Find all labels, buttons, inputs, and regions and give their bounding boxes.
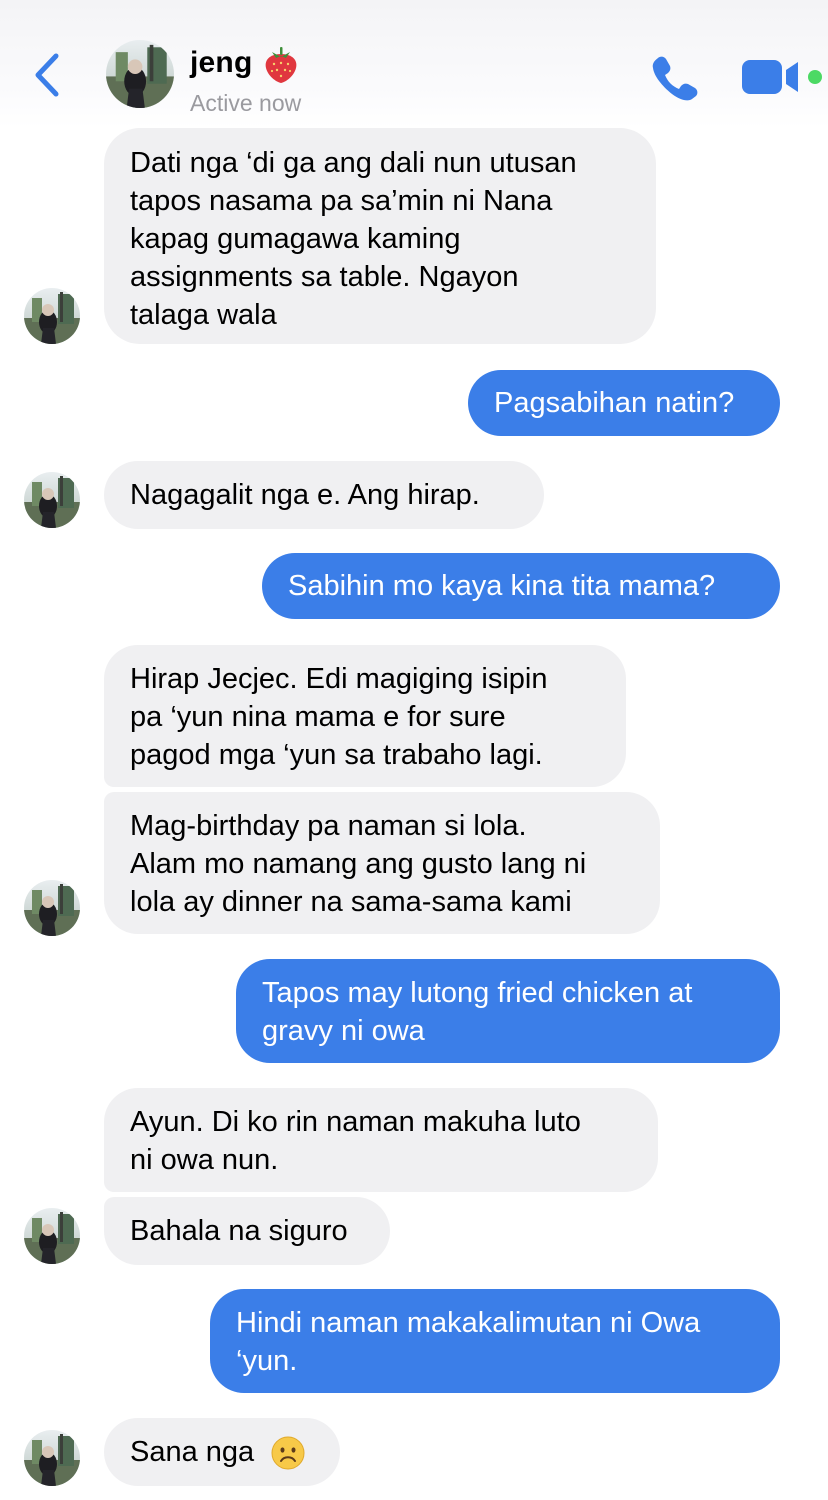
sender-avatar[interactable] bbox=[24, 1430, 80, 1486]
message-text: Dati nga ‘di ga ang dali nun utusan bbox=[130, 147, 577, 179]
sender-avatar[interactable] bbox=[24, 1208, 80, 1264]
message-text: Alam mo namang ang gusto lang ni bbox=[130, 848, 587, 880]
outgoing-message[interactable]: Hindi naman makakalimutan ni Owa ‘yun. bbox=[210, 1289, 780, 1393]
message-text: Tapos may lutong fried chicken at bbox=[262, 977, 693, 1009]
sender-avatar[interactable] bbox=[24, 472, 80, 528]
contact-name: jeng bbox=[190, 46, 253, 79]
message-text: Pagsabihan natin? bbox=[494, 387, 735, 419]
incoming-message[interactable]: Bahala na siguro bbox=[104, 1197, 390, 1265]
outgoing-message[interactable]: Tapos may lutong fried chicken at gravy … bbox=[236, 959, 780, 1063]
message-text: Mag-birthday pa naman si lola. bbox=[130, 810, 527, 842]
message-text: ni owa nun. bbox=[130, 1144, 279, 1176]
active-indicator bbox=[808, 70, 822, 84]
message-text: kapag gumagawa kaming bbox=[130, 223, 461, 255]
message-text: ‘yun. bbox=[236, 1345, 298, 1377]
message-text: Nagagalit nga e. Ang hirap. bbox=[130, 479, 480, 511]
chevron-left-icon bbox=[35, 53, 59, 97]
message-text: Ayun. Di ko rin naman makuha luto bbox=[130, 1106, 581, 1138]
sender-avatar[interactable] bbox=[24, 880, 80, 936]
message-text: lola ay dinner na sama-sama kami bbox=[130, 886, 572, 918]
incoming-message[interactable]: Ayun. Di ko rin naman makuha luto ni owa… bbox=[104, 1088, 658, 1192]
presence-status: Active now bbox=[190, 90, 302, 116]
frowning-face-icon bbox=[271, 1436, 305, 1470]
incoming-message[interactable]: Dati nga ‘di ga ang dali nun utusan tapo… bbox=[104, 128, 656, 344]
incoming-message[interactable]: Sana nga bbox=[104, 1418, 340, 1486]
message-text: pa ‘yun nina mama e for sure bbox=[130, 701, 506, 733]
sender-avatar[interactable] bbox=[24, 288, 80, 344]
contact-info[interactable]: jeng Active now bbox=[190, 42, 301, 117]
phone-icon bbox=[652, 56, 698, 101]
video-call-button[interactable] bbox=[742, 58, 804, 96]
video-camera-icon bbox=[742, 60, 798, 94]
message-text: tapos nasama pa sa’min ni Nana bbox=[130, 185, 553, 217]
strawberry-icon bbox=[266, 47, 297, 83]
message-text: Sabihin mo kaya kina tita mama? bbox=[288, 570, 716, 602]
message-text: Sana nga bbox=[130, 1436, 255, 1468]
incoming-message[interactable]: Mag-birthday pa naman si lola. Alam mo n… bbox=[104, 792, 660, 934]
message-text: assignments sa table. Ngayon bbox=[130, 261, 519, 293]
contact-avatar[interactable] bbox=[106, 40, 174, 108]
message-text: pagod mga ‘yun sa trabaho lagi. bbox=[130, 739, 543, 771]
message-text: Hirap Jecjec. Edi magiging isipin bbox=[130, 663, 548, 695]
outgoing-message[interactable]: Sabihin mo kaya kina tita mama? bbox=[262, 553, 780, 619]
message-text: gravy ni owa bbox=[262, 1015, 425, 1047]
message-text: talaga wala bbox=[130, 299, 277, 331]
message-text: Bahala na siguro bbox=[130, 1215, 348, 1247]
audio-call-button[interactable] bbox=[648, 52, 700, 102]
incoming-message[interactable]: Hirap Jecjec. Edi magiging isipin pa ‘yu… bbox=[104, 645, 626, 787]
conversation-header: jeng Active now bbox=[0, 0, 828, 128]
incoming-message[interactable]: Nagagalit nga e. Ang hirap. bbox=[104, 461, 544, 529]
message-text: Hindi naman makakalimutan ni Owa bbox=[236, 1307, 701, 1339]
back-button[interactable] bbox=[28, 50, 68, 100]
outgoing-message[interactable]: Pagsabihan natin? bbox=[468, 370, 780, 436]
